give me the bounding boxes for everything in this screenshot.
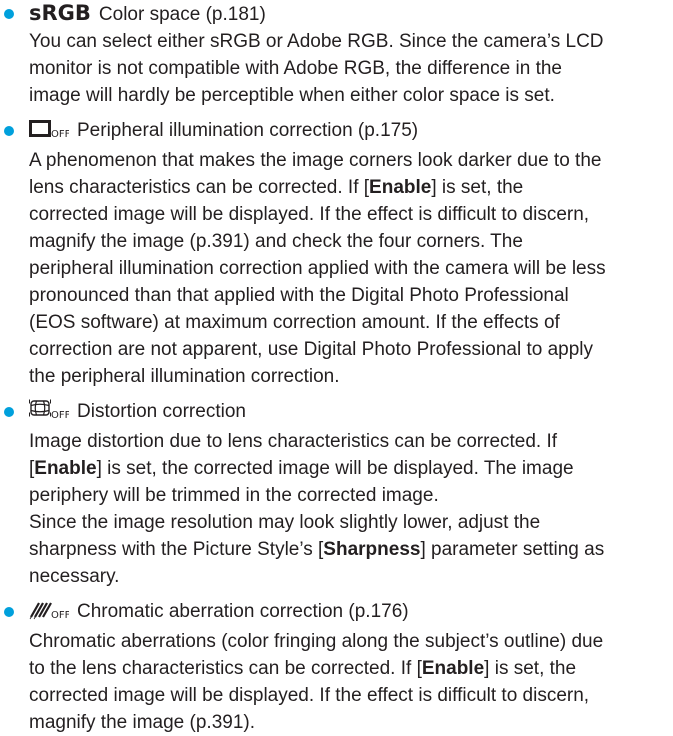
body-line: sharpness with the Picture Style’s [Shar… — [29, 539, 605, 560]
body-line: magnify the image (p.391) and check the … — [29, 231, 523, 252]
body-line: Chromatic aberrations (color fringing al… — [29, 631, 604, 652]
list-item-peripheral-illumination: OFF Peripheral illumination correction (… — [0, 117, 663, 390]
body-line: peripheral illumination correction appli… — [29, 258, 606, 279]
srgb-icon: sRGB — [29, 1, 91, 25]
svg-text:OFF: OFF — [51, 129, 69, 139]
distortion-correction-off-icon: OFF — [29, 398, 71, 428]
bullet-dot — [4, 126, 14, 136]
item-title: Chromatic aberration correction (p.176) — [77, 601, 409, 622]
item-heading: sRGB Color space (p.181) — [29, 0, 663, 28]
body-line: image will hardly be perceptible when ei… — [29, 85, 555, 106]
item-heading: OFF Distortion correction — [29, 398, 663, 428]
body-line: corrected image will be displayed. If th… — [29, 204, 590, 225]
body-line: A phenomenon that makes the image corner… — [29, 150, 602, 171]
item-heading: OFF Peripheral illumination correction (… — [29, 117, 663, 147]
bullet-dot — [4, 607, 14, 617]
bullet-dot — [4, 407, 14, 417]
sharpness-option-text: Sharpness — [323, 539, 421, 560]
chromatic-aberration-off-icon: OFF — [29, 600, 71, 628]
body-line: periphery will be trimmed in the correct… — [29, 485, 439, 506]
body-line: You can select either sRGB or Adobe RGB.… — [29, 31, 604, 52]
body-line: to the lens characteristics can be corre… — [29, 658, 577, 679]
body-line: lens characteristics can be corrected. I… — [29, 177, 524, 198]
list-item-distortion-correction: OFF Distortion correction Image distorti… — [0, 398, 663, 590]
body-line: Image distortion due to lens characteris… — [29, 431, 558, 452]
enable-option-text: Enable — [421, 658, 485, 679]
list-item-color-space: sRGB Color space (p.181) You can select e… — [0, 0, 663, 109]
body-line: Since the image resolution may look slig… — [29, 512, 541, 533]
body-line: pronounced than that applied with the Di… — [29, 285, 569, 306]
list-item-chromatic-aberration: OFF Chromatic aberration correction (p.1… — [0, 598, 663, 736]
item-heading: OFF Chromatic aberration correction (p.1… — [29, 598, 663, 628]
body-line: the peripheral illumination correction. — [29, 366, 340, 387]
body-line: corrected image will be displayed. If th… — [29, 685, 590, 706]
peripheral-illumination-off-icon: OFF — [29, 119, 71, 147]
body-line: magnify the image (p.391). — [29, 712, 256, 733]
body-line: necessary. — [29, 566, 120, 587]
body-line: [Enable] is set, the corrected image wil… — [29, 458, 574, 479]
bullet-dot — [4, 9, 14, 19]
svg-text:OFF: OFF — [51, 610, 69, 620]
item-title: Distortion correction — [77, 401, 246, 422]
body-line: correction are not apparent, use Digital… — [29, 339, 593, 360]
manual-page: sRGB Color space (p.181) You can select e… — [0, 0, 673, 733]
svg-text:OFF: OFF — [51, 410, 69, 420]
item-title: Color space (p.181) — [98, 4, 266, 25]
enable-option-text: Enable — [369, 177, 432, 198]
enable-option-text: Enable — [34, 458, 97, 479]
item-title: Peripheral illumination correction (p.17… — [77, 120, 419, 141]
body-line: (EOS software) at maximum correction amo… — [29, 312, 560, 333]
body-line: monitor is not compatible with Adobe RGB… — [29, 58, 563, 79]
